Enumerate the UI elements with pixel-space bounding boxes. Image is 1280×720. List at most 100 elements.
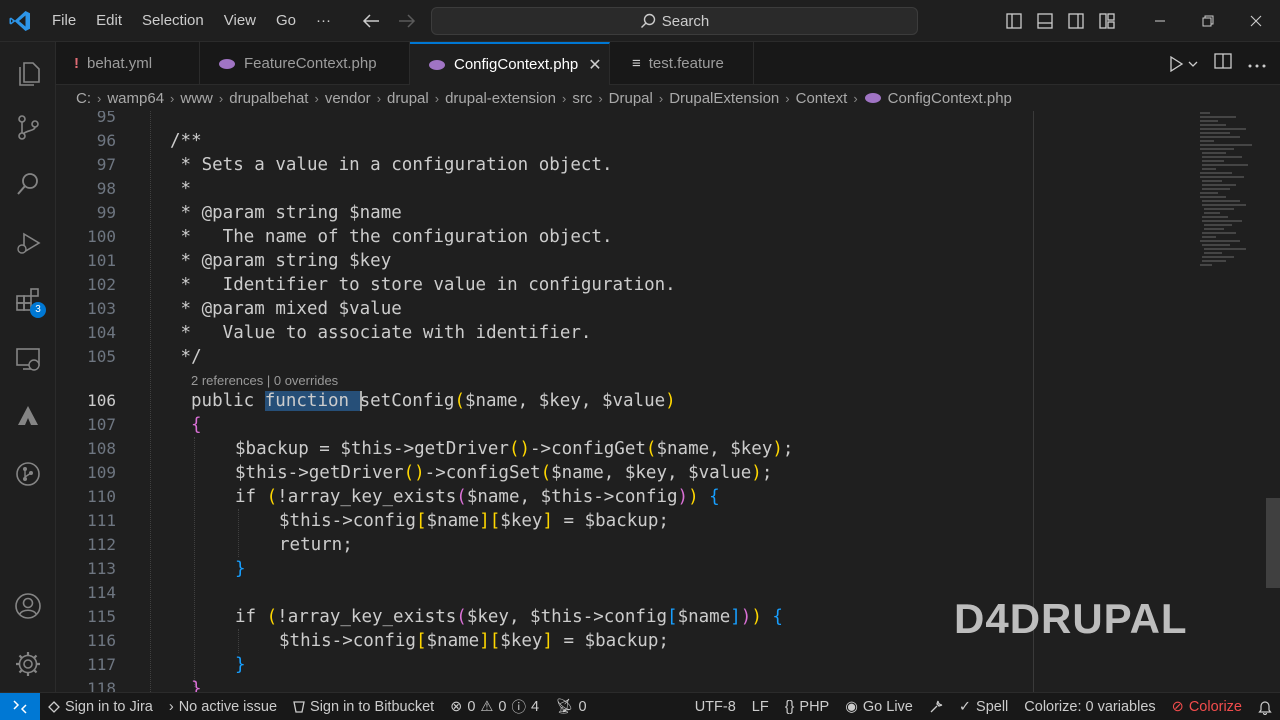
minimap[interactable] [1196, 111, 1256, 271]
breadcrumb-item[interactable]: wamp64 [107, 90, 164, 107]
jira-icon [48, 700, 60, 713]
menu-bar: File Edit Selection View Go ··· [42, 0, 341, 42]
menu-go[interactable]: Go [266, 0, 306, 42]
tab-featurecontext-php[interactable]: FeatureContext.php [200, 42, 410, 85]
git-graph-icon[interactable] [0, 450, 56, 498]
code-line: * [170, 179, 192, 199]
breadcrumb-item[interactable]: drupal [387, 90, 429, 107]
line-number: 114 [87, 583, 116, 602]
breadcrumb-item[interactable]: vendor [325, 90, 371, 107]
remote-indicator-icon[interactable] [0, 692, 40, 720]
menu-more[interactable]: ··· [306, 0, 341, 42]
chevron-right-icon: › [218, 90, 224, 106]
ports-count: 0 [578, 698, 587, 715]
remote-explorer-icon[interactable] [0, 335, 56, 383]
bracket: { [698, 487, 720, 507]
breadcrumb-item[interactable]: DrupalExtension [669, 90, 779, 107]
code-line: * @param string $key [170, 251, 392, 271]
tab-behat-yml[interactable]: ! behat.yml [56, 42, 200, 85]
split-editor-icon[interactable] [1214, 53, 1232, 74]
breadcrumb-item[interactable]: drupalbehat [229, 90, 308, 107]
atlassian-icon[interactable] [0, 392, 56, 440]
search-sidebar-icon[interactable] [0, 160, 56, 208]
minimize-icon[interactable] [1136, 0, 1184, 42]
restore-icon[interactable] [1184, 0, 1232, 42]
line-number: 109 [87, 463, 116, 482]
bitbucket-sign-in[interactable]: Sign in to Bitbucket [285, 693, 442, 720]
bracket: () [508, 439, 531, 459]
notifications-bell-icon[interactable] [1250, 693, 1280, 720]
tab-configcontext-php[interactable]: ConfigContext.php ✕ [410, 42, 610, 85]
problems-summary[interactable]: ⊗ 0 ⚠ 0 ⓘ 4 [442, 693, 547, 720]
breadcrumb-item[interactable]: Context [796, 90, 848, 107]
encoding-selector[interactable]: UTF-8 [687, 693, 744, 720]
tab-label: behat.yml [87, 55, 153, 72]
language-mode[interactable]: {} PHP [777, 693, 838, 720]
spell-check[interactable]: ✓ Spell [951, 693, 1016, 720]
line-number: 107 [87, 415, 116, 434]
toggle-secondary-sidebar-icon[interactable] [1060, 0, 1091, 42]
code-token: $name [426, 511, 480, 531]
extensions-icon[interactable]: 3 [0, 276, 56, 324]
run-file-icon[interactable] [1168, 55, 1198, 72]
function-name: setConfig [359, 391, 455, 411]
breadcrumb-item[interactable]: Drupal [609, 90, 653, 107]
chevron-right-icon: › [376, 90, 382, 106]
explorer-icon[interactable] [0, 48, 56, 96]
menu-selection[interactable]: Selection [132, 0, 214, 42]
line-number: 99 [96, 203, 116, 222]
issue-label: No active issue [178, 698, 278, 715]
eol-selector[interactable]: LF [744, 693, 777, 720]
back-arrow-icon[interactable] [360, 8, 382, 34]
breadcrumb-item-current[interactable]: ConfigContext.php [888, 90, 1012, 107]
forward-arrow-icon[interactable] [396, 8, 418, 34]
active-issue[interactable]: › No active issue [161, 693, 285, 720]
breadcrumb-item[interactable]: src [572, 90, 592, 107]
customize-layout-icon[interactable] [1091, 0, 1122, 42]
code-token: = $backup; [553, 631, 669, 651]
vertical-scrollbar[interactable] [1266, 111, 1280, 692]
toggle-primary-sidebar-icon[interactable] [998, 0, 1029, 42]
breadcrumb-item[interactable]: www [180, 90, 213, 107]
code-line: if (!array_key_exists($name, $this->conf… [235, 485, 720, 509]
error-icon: ⊗ [450, 698, 463, 715]
colorize-variables[interactable]: Colorize: 0 variables [1016, 693, 1163, 720]
more-actions-icon[interactable] [1248, 55, 1266, 73]
jira-sign-in[interactable]: Sign in to Jira [40, 693, 161, 720]
tools-icon[interactable] [921, 693, 951, 720]
toggle-panel-icon[interactable] [1029, 0, 1060, 42]
close-tab-icon[interactable]: ✕ [588, 55, 601, 75]
scrollbar-thumb[interactable] [1266, 498, 1280, 588]
menu-file[interactable]: File [42, 0, 86, 42]
code-editor[interactable]: 95 96 97 98 99 100 101 102 103 104 105 1… [56, 111, 1280, 692]
menu-view[interactable]: View [214, 0, 266, 42]
command-center-search[interactable]: Search [431, 7, 918, 35]
breadcrumb-item[interactable]: C: [76, 90, 91, 107]
keyword-public: public [191, 391, 265, 411]
menu-edit[interactable]: Edit [86, 0, 132, 42]
colorize-toggle[interactable]: ⊘ Colorize [1164, 693, 1250, 720]
ports-indicator[interactable]: 📡︎ 0 [547, 693, 595, 720]
run-debug-icon[interactable] [0, 218, 56, 266]
code-token: !array_key_exists [277, 607, 457, 627]
code-line: * Value to associate with identifier. [170, 323, 592, 343]
line-number: 117 [87, 655, 116, 674]
breadcrumb-item[interactable]: drupal-extension [445, 90, 556, 107]
vscode-logo-icon[interactable] [8, 9, 32, 33]
go-live-button[interactable]: ◉ Go Live [837, 693, 921, 720]
go-live-label: Go Live [862, 699, 913, 715]
extensions-badge: 3 [30, 302, 46, 318]
watermark-logo: D4DRUPAL [954, 595, 1188, 642]
codelens-references[interactable]: 2 references | 0 overrides [191, 371, 338, 391]
chevron-down-icon[interactable] [1188, 59, 1198, 69]
bitbucket-icon [293, 700, 305, 713]
manage-gear-icon[interactable] [0, 640, 56, 688]
close-window-icon[interactable] [1232, 0, 1280, 42]
accounts-icon[interactable] [0, 582, 56, 630]
tab-test-feature[interactable]: ≡ test.feature [610, 42, 754, 85]
breadcrumb: C: › wamp64 › www › drupalbehat › vendor › dr… [56, 85, 1280, 111]
colorize-label: Colorize [1188, 699, 1242, 715]
bracket: ( [454, 391, 465, 411]
code-line: * @param string $name [170, 203, 402, 223]
source-control-icon[interactable] [0, 103, 56, 151]
